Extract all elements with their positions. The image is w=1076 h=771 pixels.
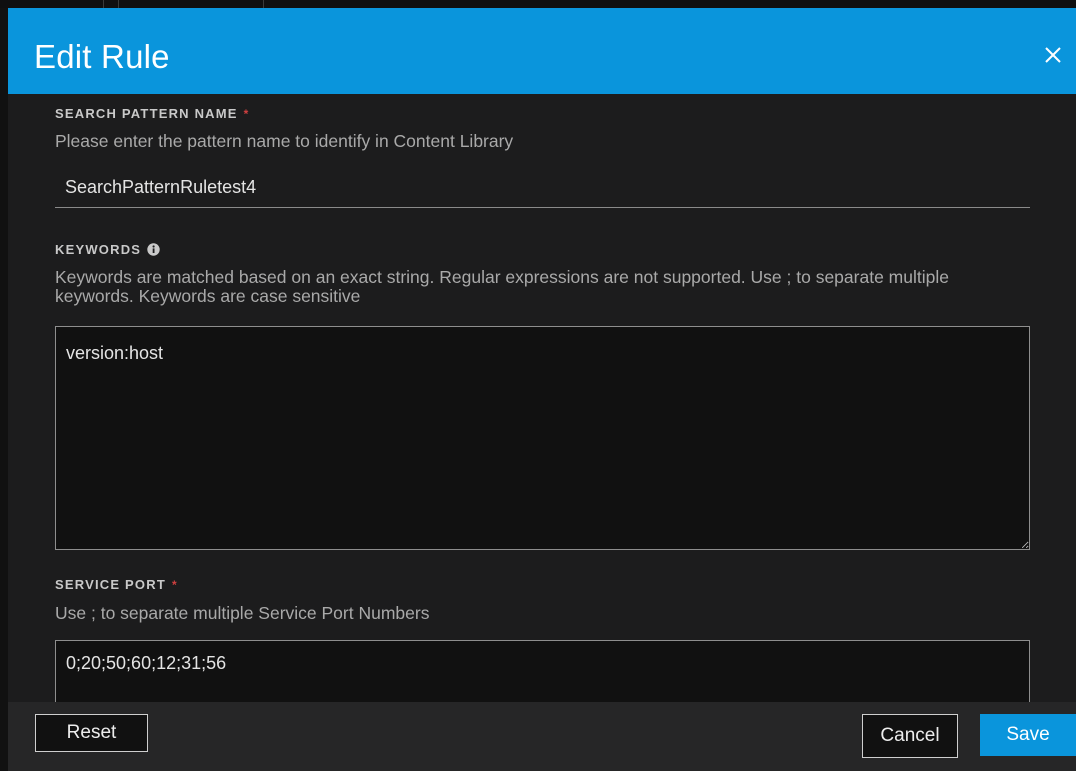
service-port-label-text: SERVICE PORT bbox=[55, 577, 166, 592]
search-pattern-help: Please enter the pattern name to identif… bbox=[55, 131, 514, 151]
service-port-textarea[interactable]: 0;20;50;60;12;31;56 bbox=[55, 640, 1030, 710]
keywords-label: KEYWORDS bbox=[55, 242, 160, 260]
dialog-header: Edit Rule bbox=[8, 8, 1076, 94]
cancel-button[interactable]: Cancel bbox=[862, 714, 958, 758]
backdrop-divider bbox=[103, 0, 104, 8]
search-pattern-name-input[interactable] bbox=[55, 168, 1030, 208]
info-icon[interactable] bbox=[147, 243, 160, 260]
dialog-title: Edit Rule bbox=[34, 38, 170, 75]
dialog-footer: Reset Cancel Save bbox=[8, 702, 1076, 771]
required-marker: * bbox=[243, 107, 250, 121]
keywords-label-text: KEYWORDS bbox=[55, 242, 142, 257]
backdrop-divider bbox=[263, 0, 264, 8]
service-port-label: SERVICE PORT * bbox=[55, 577, 178, 593]
search-pattern-label-text: SEARCH PATTERN NAME bbox=[55, 106, 238, 121]
service-port-value: 0;20;50;60;12;31;56 bbox=[66, 653, 227, 673]
backdrop-divider bbox=[118, 0, 119, 8]
reset-button[interactable]: Reset bbox=[35, 714, 148, 752]
service-port-help: Use ; to separate multiple Service Port … bbox=[55, 603, 430, 623]
close-icon bbox=[1045, 47, 1061, 63]
search-pattern-label: SEARCH PATTERN NAME * bbox=[55, 106, 250, 122]
keywords-textarea[interactable]: version:host bbox=[55, 326, 1030, 550]
save-button[interactable]: Save bbox=[980, 714, 1076, 756]
close-button[interactable] bbox=[1040, 42, 1066, 68]
backdrop-strip bbox=[0, 0, 1076, 8]
required-marker: * bbox=[171, 578, 178, 592]
keywords-help: Keywords are matched based on an exact s… bbox=[55, 267, 949, 306]
edit-rule-dialog: Edit Rule SEARCH PATTERN NAME * Please en… bbox=[8, 8, 1076, 771]
